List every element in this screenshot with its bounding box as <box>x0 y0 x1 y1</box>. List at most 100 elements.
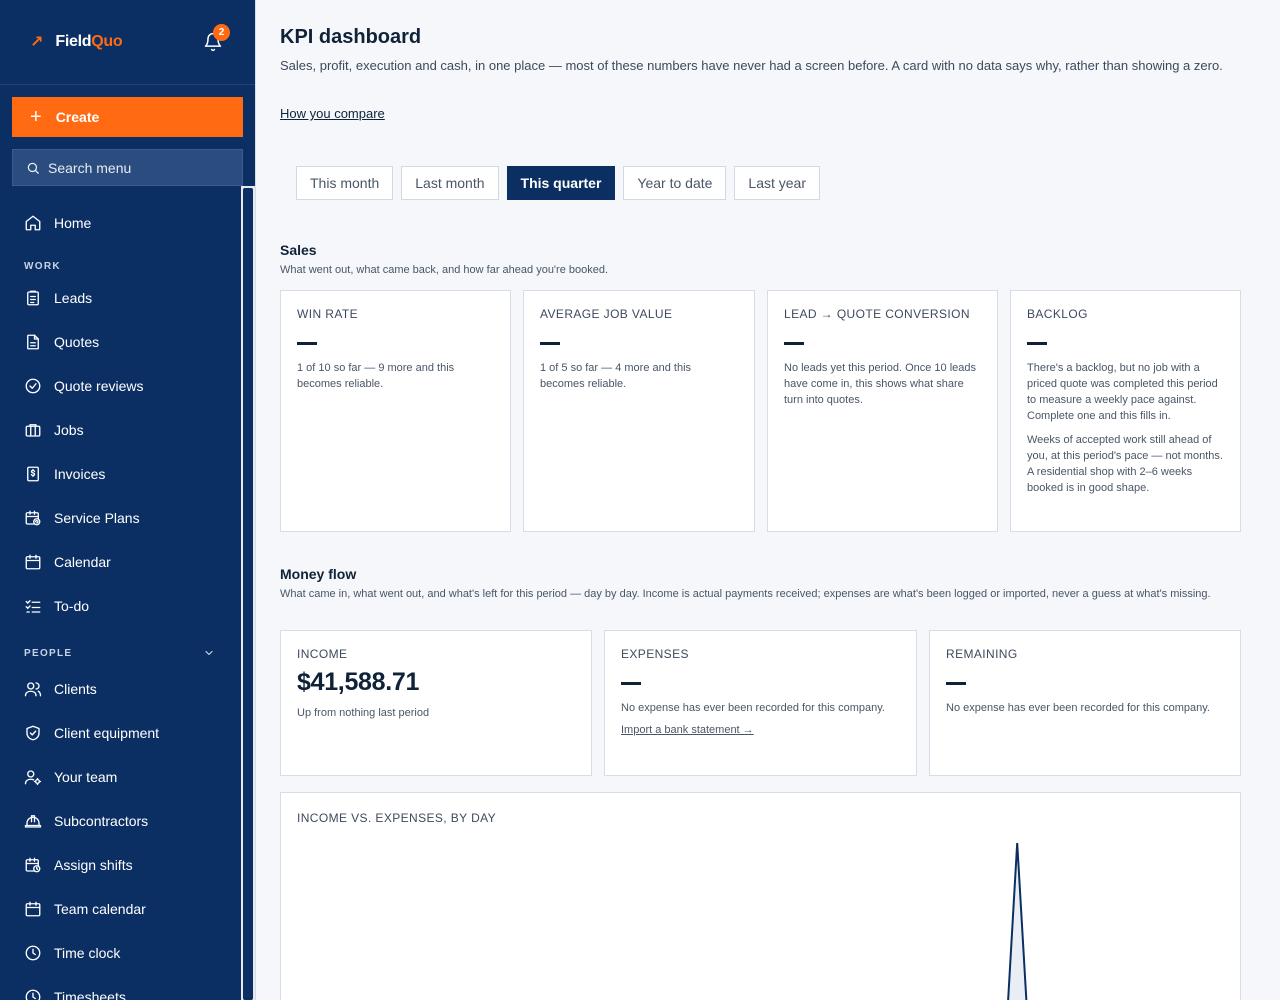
how-you-compare-link[interactable]: How you compare <box>280 106 385 121</box>
sidebar-item-label: Leads <box>54 290 93 306</box>
tab-last-year[interactable]: Last year <box>734 166 821 200</box>
check-circle-icon <box>25 378 41 394</box>
user-gear-icon <box>24 770 42 786</box>
sidebar-item-quotes[interactable]: Quotes <box>24 328 99 356</box>
sidebar-item-label: Service Plans <box>54 510 140 526</box>
page-title: KPI dashboard <box>280 26 422 48</box>
hard-hat-icon <box>24 815 42 828</box>
sidebar-item-home[interactable]: Home <box>24 209 91 237</box>
empty-value-dash <box>946 682 966 685</box>
empty-value-dash <box>540 342 560 345</box>
income-series-line <box>1007 842 1028 1000</box>
income-area <box>1008 843 1027 1000</box>
calendar-icon <box>25 901 41 917</box>
chevron-down-icon[interactable] <box>203 647 215 659</box>
section-label-work: WORK <box>24 261 61 272</box>
logo-arrow-icon: ↗ <box>30 34 44 51</box>
sidebar-item-assign-shifts[interactable]: Assign shifts <box>24 851 133 879</box>
create-button[interactable]: + Create <box>12 97 243 137</box>
income-value: $41,588.71 <box>297 668 420 696</box>
clock-icon <box>25 945 41 961</box>
card-label: EXPENSES <box>621 647 689 661</box>
sidebar-item-time-clock[interactable]: Time clock <box>24 939 120 967</box>
page-subtitle: Sales, profit, execution and cash, in on… <box>280 58 1223 73</box>
sidebar-item-label: Team calendar <box>54 901 146 917</box>
money-flow-section-description: What came in, what went out, and what's … <box>280 588 1211 600</box>
card-explainer: Weeks of accepted work still ahead of yo… <box>1027 434 1223 494</box>
chart-title: INCOME VS. EXPENSES, BY DAY <box>297 811 497 825</box>
home-icon <box>25 215 41 231</box>
invoice-dollar-icon <box>27 466 39 482</box>
sidebar-item-leads[interactable]: Leads <box>24 284 92 312</box>
kpi-card-lead-quote-conversion: LEAD → QUOTE CONVERSION No leads yet thi… <box>767 290 998 532</box>
sidebar-item-timesheets[interactable]: Timesheets <box>24 983 126 1000</box>
search-menu-input[interactable]: Search menu <box>12 149 243 186</box>
sidebar-item-subcontractors[interactable]: Subcontractors <box>24 807 148 835</box>
sidebar-item-service-plans[interactable]: Service Plans <box>24 504 140 532</box>
notification-badge: 2 <box>213 24 230 41</box>
sidebar-item-label: Clients <box>54 681 97 697</box>
sidebar-item-label: Quotes <box>54 334 100 350</box>
card-note: No expense has ever been recorded for th… <box>621 702 885 714</box>
card-note: No leads yet this period. Once 10 leads … <box>784 362 977 406</box>
plus-icon: + <box>30 106 42 128</box>
calendar-refresh-icon <box>25 510 41 526</box>
tab-year-to-date[interactable]: Year to date <box>623 166 727 200</box>
period-tabs: This month Last month This quarter Year … <box>296 166 821 200</box>
sidebar-item-label: Your team <box>54 769 118 785</box>
sidebar-item-label: Quote reviews <box>54 378 144 394</box>
search-icon <box>27 162 39 174</box>
sidebar-item-your-team[interactable]: Your team <box>24 763 117 791</box>
sidebar-item-team-calendar[interactable]: Team calendar <box>24 895 146 923</box>
shield-check-icon <box>26 725 40 741</box>
sidebar-item-label: Home <box>54 215 92 231</box>
card-label: LEAD → QUOTE CONVERSION <box>784 307 970 321</box>
sidebar-item-todo[interactable]: To-do <box>24 592 89 620</box>
tab-this-quarter[interactable]: This quarter <box>506 166 616 200</box>
empty-value-dash <box>621 682 641 685</box>
sidebar-item-clients[interactable]: Clients <box>24 675 97 703</box>
briefcase-icon <box>25 424 41 437</box>
logo[interactable]: FieldQuo <box>55 33 122 51</box>
sidebar-item-calendar[interactable]: Calendar <box>24 548 111 576</box>
card-note: 1 of 5 so far — 4 more and this becomes … <box>540 362 692 390</box>
clipboard-list-icon <box>27 290 39 306</box>
card-note: Up from nothing last period <box>297 707 430 719</box>
sidebar-item-label: Time clock <box>54 945 121 961</box>
sidebar: ↗ FieldQuo 2 + Create Search menu Home W… <box>0 0 256 1000</box>
section-label-people: PEOPLE <box>24 648 73 659</box>
tab-last-month[interactable]: Last month <box>401 166 499 200</box>
money-card-income: INCOME $41,588.71 Up from nothing last p… <box>280 630 592 776</box>
kpi-card-win-rate: WIN RATE 1 of 10 so far — 9 more and thi… <box>280 290 511 532</box>
import-bank-statement-link[interactable]: Import a bank statement → <box>621 724 754 736</box>
kpi-card-backlog: BACKLOG There's a backlog, but no job wi… <box>1010 290 1241 532</box>
empty-value-dash <box>784 342 804 345</box>
card-label: AVERAGE JOB VALUE <box>540 307 673 321</box>
calendar-icon <box>25 554 41 570</box>
sidebar-scrollbar-thumb[interactable] <box>243 188 253 1000</box>
sales-section-title: Sales <box>280 242 317 258</box>
sidebar-item-label: Timesheets <box>54 989 126 1000</box>
income-expenses-chart-card: INCOME VS. EXPENSES, BY DAY <box>280 792 1241 1000</box>
card-label: WIN RATE <box>297 307 358 321</box>
card-note: No expense has ever been recorded for th… <box>946 702 1210 714</box>
card-label: BACKLOG <box>1027 307 1088 321</box>
kpi-card-average-job-value: AVERAGE JOB VALUE 1 of 5 so far — 4 more… <box>523 290 755 532</box>
sales-section-description: What went out, what came back, and how f… <box>280 264 609 276</box>
create-label: Create <box>55 109 100 125</box>
sidebar-item-invoices[interactable]: Invoices <box>24 460 105 488</box>
sidebar-item-client-equipment[interactable]: Client equipment <box>24 719 159 747</box>
main-content: KPI dashboard Sales, profit, execution a… <box>256 0 1280 1000</box>
card-label: INCOME <box>297 647 348 661</box>
tab-this-month[interactable]: This month <box>296 166 394 200</box>
card-label: REMAINING <box>946 647 1018 661</box>
sidebar-item-quote-reviews[interactable]: Quote reviews <box>24 372 143 400</box>
calendar-clock-icon <box>25 857 41 873</box>
money-card-remaining: REMAINING No expense has ever been recor… <box>929 630 1241 776</box>
empty-value-dash <box>1027 342 1047 345</box>
search-menu-placeholder: Search menu <box>48 159 132 176</box>
sidebar-item-label: Client equipment <box>54 725 160 741</box>
sidebar-item-jobs[interactable]: Jobs <box>24 416 84 444</box>
money-flow-section-title: Money flow <box>280 566 357 582</box>
users-icon <box>24 682 42 697</box>
